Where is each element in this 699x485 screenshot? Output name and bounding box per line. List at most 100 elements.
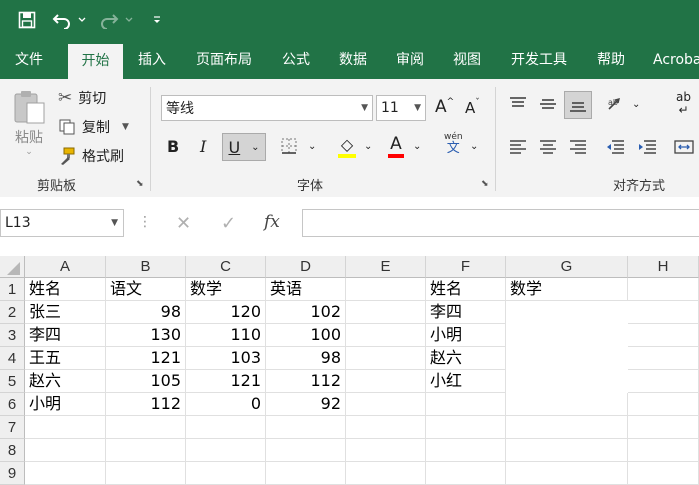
grow-font-button[interactable]: A ^ — [435, 97, 454, 117]
clipboard-launcher-icon[interactable]: ⬊ — [136, 179, 144, 189]
cell-a3[interactable]: 李四 — [25, 324, 106, 347]
cut-button[interactable]: ✂ 剪切 — [58, 88, 106, 108]
column-header-f[interactable]: F — [426, 256, 506, 278]
cell-h8[interactable] — [628, 439, 699, 462]
cell-e8[interactable] — [346, 439, 426, 462]
name-box-dropdown-icon[interactable]: ▼ — [111, 210, 118, 236]
cell-b6[interactable]: 112 — [106, 393, 186, 416]
cell-d7[interactable] — [266, 416, 346, 439]
orientation-button[interactable]: ab ⌄ — [606, 95, 640, 113]
tab-formulas[interactable]: 公式 — [270, 41, 322, 79]
customize-toolbar-icon[interactable] — [150, 9, 164, 31]
cell-f8[interactable] — [426, 439, 506, 462]
cell-a8[interactable] — [25, 439, 106, 462]
cell-d1[interactable]: 英语 — [266, 278, 346, 301]
cell-a4[interactable]: 王五 — [25, 347, 106, 370]
bold-button[interactable]: B — [167, 137, 179, 156]
row-header-8[interactable]: 8 — [0, 439, 25, 462]
cell-b7[interactable] — [106, 416, 186, 439]
phonetic-guide-button[interactable]: wén 文 — [444, 131, 463, 155]
cell-h3[interactable] — [628, 324, 699, 347]
cell-h7[interactable] — [628, 416, 699, 439]
cell-g8[interactable] — [506, 439, 628, 462]
cell-a7[interactable] — [25, 416, 106, 439]
name-box[interactable]: L13 ▼ — [0, 209, 124, 237]
tab-home[interactable]: 开始 — [68, 44, 123, 79]
column-header-g[interactable]: G — [506, 256, 628, 278]
tab-data[interactable]: 数据 — [327, 41, 379, 79]
tab-file[interactable]: 文件 — [0, 41, 58, 79]
undo-dropdown-icon[interactable] — [76, 9, 88, 31]
row-header-3[interactable]: 3 — [0, 324, 25, 347]
cell-e4[interactable] — [346, 347, 426, 370]
tab-page-layout[interactable]: 页面布局 — [186, 41, 262, 79]
merge-center-button[interactable] — [674, 139, 694, 155]
column-header-h[interactable]: H — [628, 256, 699, 278]
cell-f1[interactable]: 姓名 — [426, 278, 506, 301]
cell-e1[interactable] — [346, 278, 426, 301]
cell-c5[interactable]: 121 — [186, 370, 266, 393]
italic-button[interactable]: I — [200, 137, 206, 156]
font-color-dropdown-icon[interactable]: ⌄ — [413, 141, 421, 152]
cell-c7[interactable] — [186, 416, 266, 439]
cell-h5[interactable] — [628, 370, 699, 393]
cell-e6[interactable] — [346, 393, 426, 416]
cell-b8[interactable] — [106, 439, 186, 462]
cell-f3[interactable]: 小明 — [426, 324, 506, 347]
align-right-button[interactable] — [568, 139, 588, 155]
copy-button[interactable]: 复制 ▼ — [58, 117, 129, 137]
cell-f6[interactable] — [426, 393, 506, 416]
cell-b4[interactable]: 121 — [106, 347, 186, 370]
font-size-select[interactable]: 11 ▼ — [376, 95, 426, 121]
cell-a9[interactable] — [25, 462, 106, 485]
cell-d4[interactable]: 98 — [266, 347, 346, 370]
column-header-b[interactable]: B — [106, 256, 186, 278]
tab-help[interactable]: 帮助 — [585, 41, 637, 79]
cell-a2[interactable]: 张三 — [25, 301, 106, 324]
cell-d8[interactable] — [266, 439, 346, 462]
cell-d5[interactable]: 112 — [266, 370, 346, 393]
cell-g4[interactable] — [506, 347, 628, 370]
fill-color-dropdown-icon[interactable]: ⌄ — [364, 141, 372, 152]
cell-c6[interactable]: 0 — [186, 393, 266, 416]
underline-button[interactable]: U ⌄ — [222, 133, 266, 161]
increase-indent-button[interactable] — [636, 139, 658, 155]
insert-function-button[interactable]: fx — [264, 212, 280, 232]
paste-dropdown-icon[interactable]: ⌄ — [25, 147, 33, 157]
cell-h4[interactable] — [628, 347, 699, 370]
paste-button[interactable]: 粘贴 ⌄ — [10, 89, 48, 157]
cell-h9[interactable] — [628, 462, 699, 485]
cell-a5[interactable]: 赵六 — [25, 370, 106, 393]
cell-b1[interactable]: 语文 — [106, 278, 186, 301]
tab-insert[interactable]: 插入 — [126, 41, 178, 79]
cell-c2[interactable]: 120 — [186, 301, 266, 324]
cell-d3[interactable]: 100 — [266, 324, 346, 347]
tab-review[interactable]: 审阅 — [384, 41, 436, 79]
font-name-select[interactable]: 等线 ▼ — [161, 95, 373, 121]
copy-dropdown-icon[interactable]: ▼ — [122, 122, 129, 132]
cell-f9[interactable] — [426, 462, 506, 485]
wrap-text-button[interactable]: ab ↵ — [676, 91, 691, 117]
cell-b2[interactable]: 98 — [106, 301, 186, 324]
cell-d9[interactable] — [266, 462, 346, 485]
cell-f5[interactable]: 小红 — [426, 370, 506, 393]
cell-d6[interactable]: 92 — [266, 393, 346, 416]
align-center-button[interactable] — [538, 139, 558, 155]
cell-e9[interactable] — [346, 462, 426, 485]
cell-c8[interactable] — [186, 439, 266, 462]
cell-e5[interactable] — [346, 370, 426, 393]
cell-a1[interactable]: 姓名 — [25, 278, 106, 301]
cell-g9[interactable] — [506, 462, 628, 485]
tab-acrobat[interactable]: Acrobat — [645, 41, 699, 79]
cell-h1[interactable] — [628, 278, 699, 301]
save-icon[interactable] — [16, 9, 38, 31]
column-header-e[interactable]: E — [346, 256, 426, 278]
cell-h6[interactable] — [628, 393, 699, 416]
row-header-5[interactable]: 5 — [0, 370, 25, 393]
tab-view[interactable]: 视图 — [441, 41, 493, 79]
row-header-1[interactable]: 1 — [0, 278, 25, 301]
cell-g7[interactable] — [506, 416, 628, 439]
font-color-button[interactable]: A — [388, 134, 404, 158]
cancel-icon[interactable]: ✕ — [176, 213, 191, 234]
cell-f2[interactable]: 李四 — [426, 301, 506, 324]
